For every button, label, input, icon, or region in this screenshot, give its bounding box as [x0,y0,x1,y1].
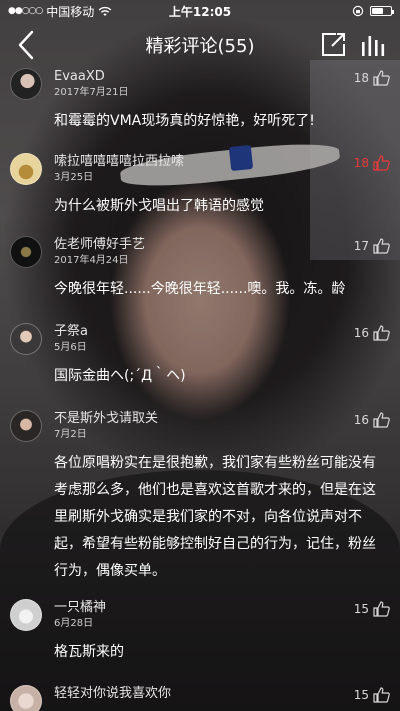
comment-text: 格瓦斯来的 [54,644,124,660]
comment-username[interactable]: 不是斯外戈请取关 [54,410,388,428]
status-bar: ●●○○○ 中国移动 上午12:05 [0,0,400,22]
comment-item: 佐老师傅好手艺 2017年4月24日 17 今晚很年轻......今晚很年轻..… [0,236,400,323]
comment-text: 国际金曲ヘ(;´Д｀ヘ) [54,368,186,384]
comment-text: 今晚很年轻......今晚很年轻......噢。我。冻。龄 [54,281,346,297]
comment-item: 子祭a 5月6日 16 国际金曲ヘ(;´Д｀ヘ) [0,323,400,410]
comment-date: 3月25日 [54,172,94,183]
avatar[interactable] [10,323,42,355]
comment-date: 2017年4月24日 [54,255,129,266]
battery-fill [372,8,383,14]
like-count: 18 [353,71,369,85]
like-count: 18 [353,156,369,170]
battery-icon [370,6,394,16]
like-button[interactable]: 15 [354,601,390,617]
thumbs-up-icon [373,412,390,428]
comment-item: 嗦拉嘻嘻嘻嘻拉西拉嗦 3月25日 18 为什么被斯外戈唱出了韩语的感觉 [0,153,400,236]
like-button[interactable]: 15 [354,687,390,703]
like-count: 16 [353,326,369,340]
avatar[interactable] [10,236,42,268]
nav-bar: 精彩评论(55) [0,22,400,68]
comment-item: EvaaXD 2017年7月21日 18 和霉霉的VMA现场真的好惊艳，好听死了… [0,68,400,153]
comment-username[interactable]: 嗦拉嘻嘻嘻嘻拉西拉嗦 [54,153,388,171]
comment-username[interactable]: 一只橘神 [54,599,388,617]
thumbs-up-icon [373,70,390,86]
thumbs-up-icon [373,238,390,254]
clock: 上午12:05 [168,4,232,19]
like-button[interactable]: 16 [354,325,390,341]
comment-item: 一只橘神 6月28日 15 格瓦斯来的 [0,599,400,685]
like-count: 17 [353,239,369,253]
comment-text: 和霉霉的VMA现场真的好惊艳，好听死了! [54,113,315,129]
comment-text: 各位原唱粉实在是很抱歉，我们家有些粉丝可能没有考虑那么多，他们也是喜欢这首歌才来… [54,455,376,579]
like-count: 15 [353,602,369,616]
back-arrow-icon[interactable] [12,28,42,62]
thumbs-up-icon [373,325,390,341]
avatar[interactable] [10,599,42,631]
like-button[interactable]: 18 [354,155,390,171]
comment-item: 不是斯外戈请取关 7月2日 16 各位原唱粉实在是很抱歉，我们家有些粉丝可能没有… [0,410,400,599]
avatar[interactable] [10,685,42,711]
comment-date: 5月6日 [54,342,87,353]
comment-text: 为什么被斯外戈唱出了韩语的感觉 [54,198,264,214]
comment-username[interactable]: EvaaXD [54,68,388,86]
like-count: 15 [353,688,369,702]
thumbs-up-icon [373,601,390,617]
avatar[interactable] [10,153,42,185]
comment-item: 轻轻对你说我喜欢你 15 [0,685,400,711]
thumbs-up-icon [373,687,390,703]
comment-username[interactable]: 子祭a [54,323,388,341]
comment-username[interactable]: 佐老师傅好手艺 [54,236,388,254]
comment-date: 2017年7月21日 [54,87,129,98]
avatar[interactable] [10,410,42,442]
like-count: 16 [353,413,369,427]
like-button[interactable]: 16 [354,412,390,428]
comment-date: 7月2日 [54,429,87,440]
chart-bars-icon[interactable] [360,32,386,58]
share-icon[interactable] [320,32,346,58]
comment-list: EvaaXD 2017年7月21日 18 和霉霉的VMA现场真的好惊艳，好听死了… [0,68,400,711]
avatar[interactable] [10,68,42,100]
like-button[interactable]: 18 [354,70,390,86]
thumbs-up-icon [373,155,390,171]
like-button[interactable]: 17 [354,238,390,254]
comment-date: 6月28日 [54,618,94,629]
comment-username[interactable]: 轻轻对你说我喜欢你 [54,685,388,703]
